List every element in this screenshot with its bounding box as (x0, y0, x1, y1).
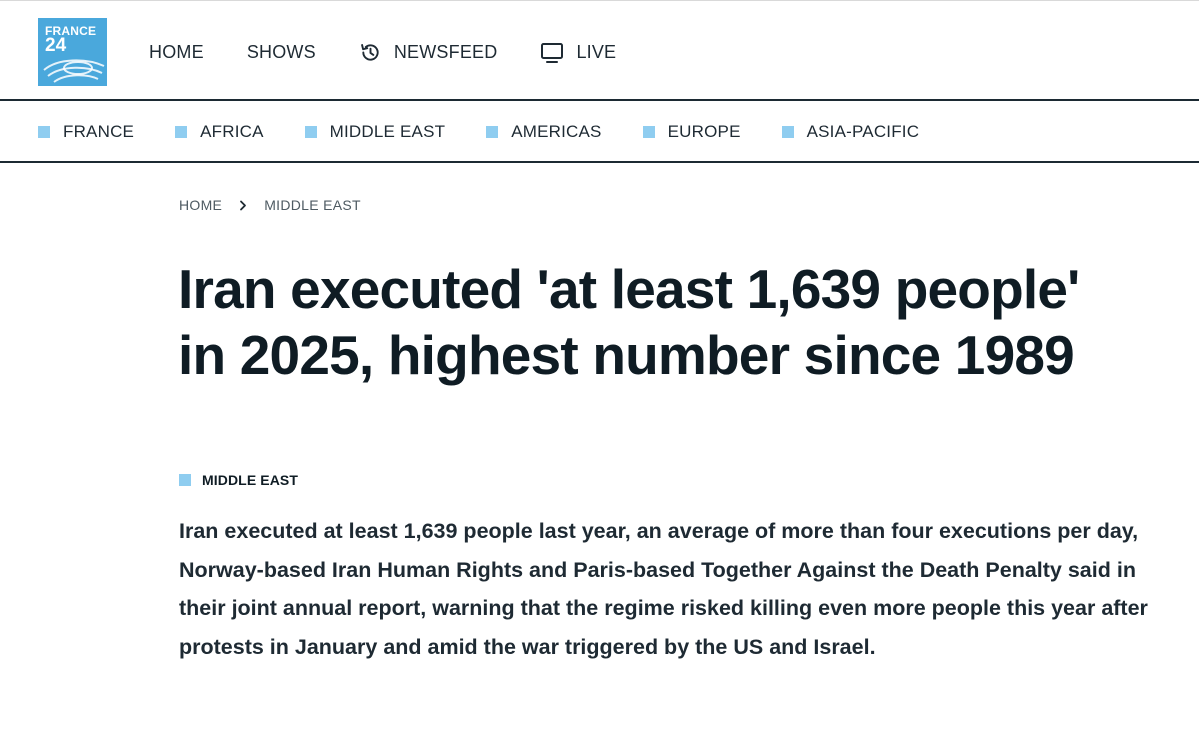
france24-logo[interactable]: FRANCE 24 (38, 18, 107, 86)
nav-newsfeed-label: NEWSFEED (393, 42, 498, 62)
article-headline: Iran executed 'at least 1,639 people' in… (178, 258, 1080, 386)
breadcrumb: HOME MIDDLE EAST (179, 197, 361, 213)
nav-shows-label: SHOWS (246, 42, 316, 62)
region-europe[interactable]: EUROPE (642, 122, 741, 142)
region-label: EUROPE (667, 122, 741, 141)
region-bullet (642, 126, 655, 138)
region-label: AFRICA (200, 122, 264, 141)
region-france[interactable]: FRANCE (38, 122, 134, 142)
history-icon (360, 44, 379, 61)
region-label: FRANCE (63, 122, 135, 141)
region-africa[interactable]: AFRICA (175, 122, 264, 142)
tv-icon (541, 42, 564, 63)
region-label: ASIA-PACIFIC (806, 122, 920, 141)
main-nav: HOME SHOWS NEWSFEED LIVE (149, 5, 659, 100)
article-lede: Iran executed at least 1,639 people last… (179, 519, 1148, 659)
region-bullet (486, 126, 499, 138)
nav-home-label: HOME (149, 42, 204, 62)
article-tag[interactable]: MIDDLE EAST (179, 472, 298, 488)
region-bullet (175, 126, 188, 138)
tag-label: MIDDLE EAST (202, 472, 298, 488)
chevron-right-icon (239, 200, 247, 211)
breadcrumb-section[interactable]: MIDDLE EAST (264, 197, 361, 213)
nav-shows[interactable]: SHOWS (247, 42, 316, 63)
region-label: MIDDLE EAST (329, 122, 446, 141)
region-nav-divider (0, 161, 1199, 163)
region-label: AMERICAS (511, 122, 602, 141)
site-header: FRANCE 24 HOME SHOWS NEWSFEED LIVE (0, 5, 1199, 100)
region-bullet (781, 126, 794, 138)
region-nav: FRANCE AFRICA MIDDLE EAST AMERICAS EUROP… (38, 102, 960, 162)
header-divider (0, 99, 1199, 101)
region-middle-east[interactable]: MIDDLE EAST (304, 122, 446, 142)
tag-bullet (179, 474, 191, 486)
breadcrumb-home[interactable]: HOME (179, 197, 222, 213)
region-bullet (38, 126, 50, 138)
nav-newsfeed[interactable]: NEWSFEED (359, 41, 498, 64)
nav-live[interactable]: LIVE (540, 42, 616, 64)
nav-home[interactable]: HOME (149, 42, 204, 63)
region-asia-pacific[interactable]: ASIA-PACIFIC (781, 122, 920, 142)
region-americas[interactable]: AMERICAS (486, 122, 601, 142)
nav-live-label: LIVE (576, 42, 617, 62)
region-bullet (304, 126, 317, 138)
logo-text-24: 24 (45, 35, 67, 56)
